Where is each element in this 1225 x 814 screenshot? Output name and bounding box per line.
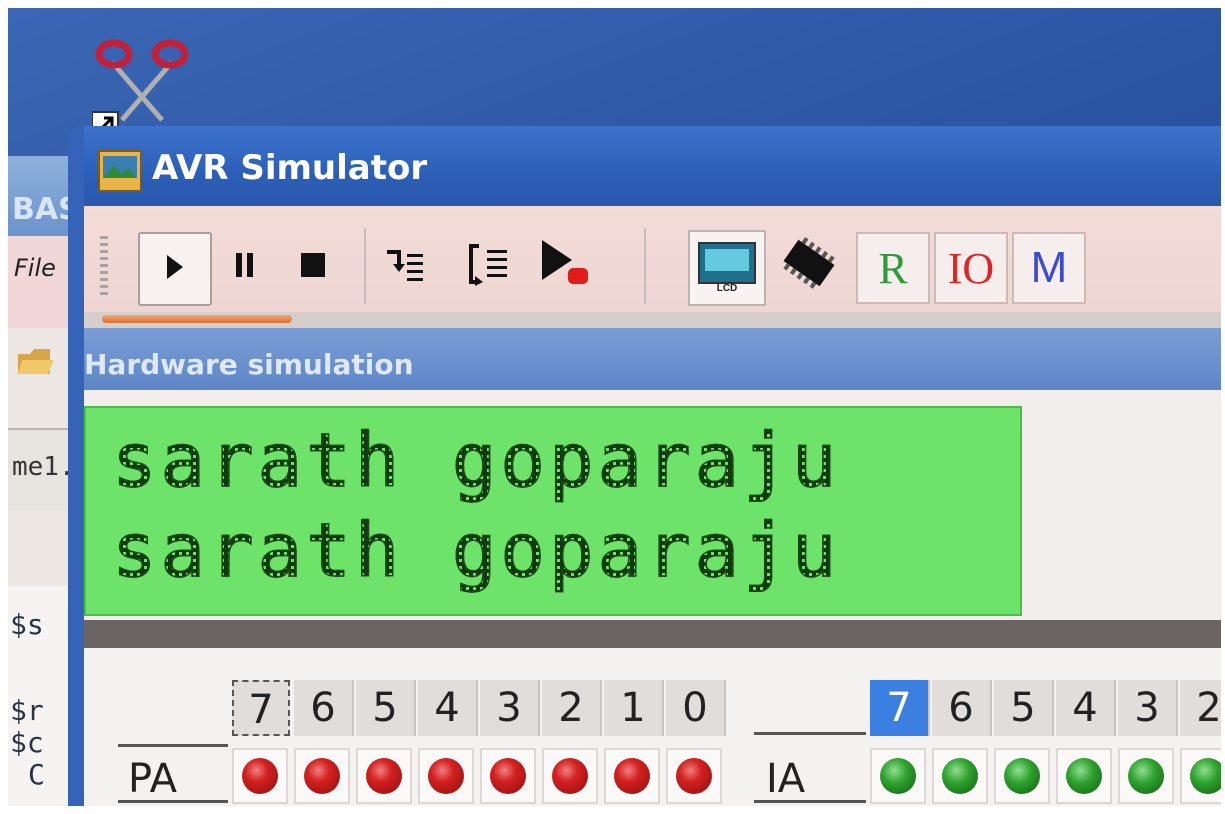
green-led-icon[interactable] <box>1190 758 1221 794</box>
play-icon <box>163 253 187 285</box>
memory-button[interactable]: M <box>1012 232 1086 304</box>
row-separator <box>754 732 866 735</box>
step-over-button[interactable] <box>374 236 434 296</box>
port-ia-bit-header: 2 <box>1180 680 1221 736</box>
row-separator <box>754 800 866 803</box>
red-led-icon[interactable] <box>490 758 526 794</box>
green-led-icon[interactable] <box>1066 758 1102 794</box>
red-led-icon[interactable] <box>366 758 402 794</box>
window-title: AVR Simulator <box>152 148 428 188</box>
row-separator <box>118 800 228 803</box>
port-a-bit-header: 1 <box>604 680 664 736</box>
hardware-simulation-header: Hardware simulation <box>84 328 1221 390</box>
green-led-icon[interactable] <box>942 758 978 794</box>
chip-button[interactable] <box>774 232 844 298</box>
code-line: $r <box>10 694 44 727</box>
registers-button[interactable]: R <box>856 232 930 304</box>
run-button[interactable] <box>138 232 212 306</box>
toolbar-grip[interactable] <box>100 236 108 298</box>
avr-simulator-window[interactable]: AVR Simulator LCD R IO M Hardware simula… <box>68 126 1221 806</box>
row-separator <box>118 744 228 747</box>
step-over-icon <box>381 244 427 288</box>
port-ia-bit-header: 3 <box>1118 680 1178 736</box>
red-led-icon[interactable] <box>304 758 340 794</box>
chip-icon <box>777 234 841 296</box>
port-a-bit-header: 0 <box>666 680 726 736</box>
green-led-icon[interactable] <box>880 758 916 794</box>
stop-icon <box>300 252 326 282</box>
open-folder-icon[interactable] <box>16 344 56 378</box>
lcd-panel: sarath goparaju sarath goparaju <box>84 390 1221 640</box>
green-led-icon[interactable] <box>1128 758 1164 794</box>
port-ia-bit-header: 6 <box>932 680 992 736</box>
lcd-line-2: sarath goparaju <box>111 507 841 595</box>
simulation-progress-bar <box>84 312 1221 328</box>
io-button[interactable]: IO <box>934 232 1008 304</box>
window-titlebar[interactable]: AVR Simulator <box>84 126 1221 206</box>
simulator-toolbar: LCD R IO M <box>84 206 1221 312</box>
red-led-icon[interactable] <box>552 758 588 794</box>
port-ia-bit-header: 5 <box>994 680 1054 736</box>
port-a-bit-header: 6 <box>294 680 354 736</box>
pause-icon <box>234 251 256 283</box>
port-a-bit-header: 3 <box>480 680 540 736</box>
port-ia-bit-header: 7 <box>870 680 930 736</box>
toolbar-separator <box>364 228 366 304</box>
green-led-icon[interactable] <box>1004 758 1040 794</box>
hardware-simulation-title: Hardware simulation <box>84 348 414 381</box>
desktop: BASCO File me1. $s $r $c C <box>8 8 1221 806</box>
lcd-display: sarath goparaju sarath goparaju <box>84 406 1022 616</box>
red-led-icon[interactable] <box>242 758 278 794</box>
port-a-bit-header: 2 <box>542 680 602 736</box>
progress-fill <box>102 315 292 323</box>
code-line: $c <box>10 726 44 759</box>
port-a-bit-header: 5 <box>356 680 416 736</box>
menu-file[interactable]: File <box>14 254 56 282</box>
code-line: C <box>28 758 45 791</box>
port-a-bit-header: 7 <box>232 680 290 736</box>
step-into-button[interactable] <box>460 236 520 296</box>
port-a-bit-header: 4 <box>418 680 478 736</box>
toolbar-separator <box>644 228 646 304</box>
run-record-icon <box>538 236 594 292</box>
port-ia-bit-header: 4 <box>1056 680 1116 736</box>
stop-button[interactable] <box>288 242 338 292</box>
app-icon <box>98 150 142 192</box>
code-line: $s <box>10 608 44 641</box>
ports-panel: PA 76543210 IA 765432 <box>84 648 1221 806</box>
lcd-icon: LCD <box>697 239 757 297</box>
red-led-icon[interactable] <box>428 758 464 794</box>
red-led-icon[interactable] <box>676 758 712 794</box>
port-a-label: PA <box>128 756 177 802</box>
lcd-button-label: LCD <box>717 283 738 293</box>
lcd-button[interactable]: LCD <box>688 230 766 306</box>
step-into-icon <box>467 242 513 290</box>
pause-button[interactable] <box>220 242 270 292</box>
red-led-icon[interactable] <box>614 758 650 794</box>
lcd-line-1: sarath goparaju <box>111 417 841 505</box>
panel-splitter[interactable] <box>84 620 1221 648</box>
run-to-breakpoint-button[interactable] <box>534 232 598 296</box>
port-ia-label: IA <box>766 756 806 802</box>
editor-tab-label: me1. <box>12 452 75 482</box>
